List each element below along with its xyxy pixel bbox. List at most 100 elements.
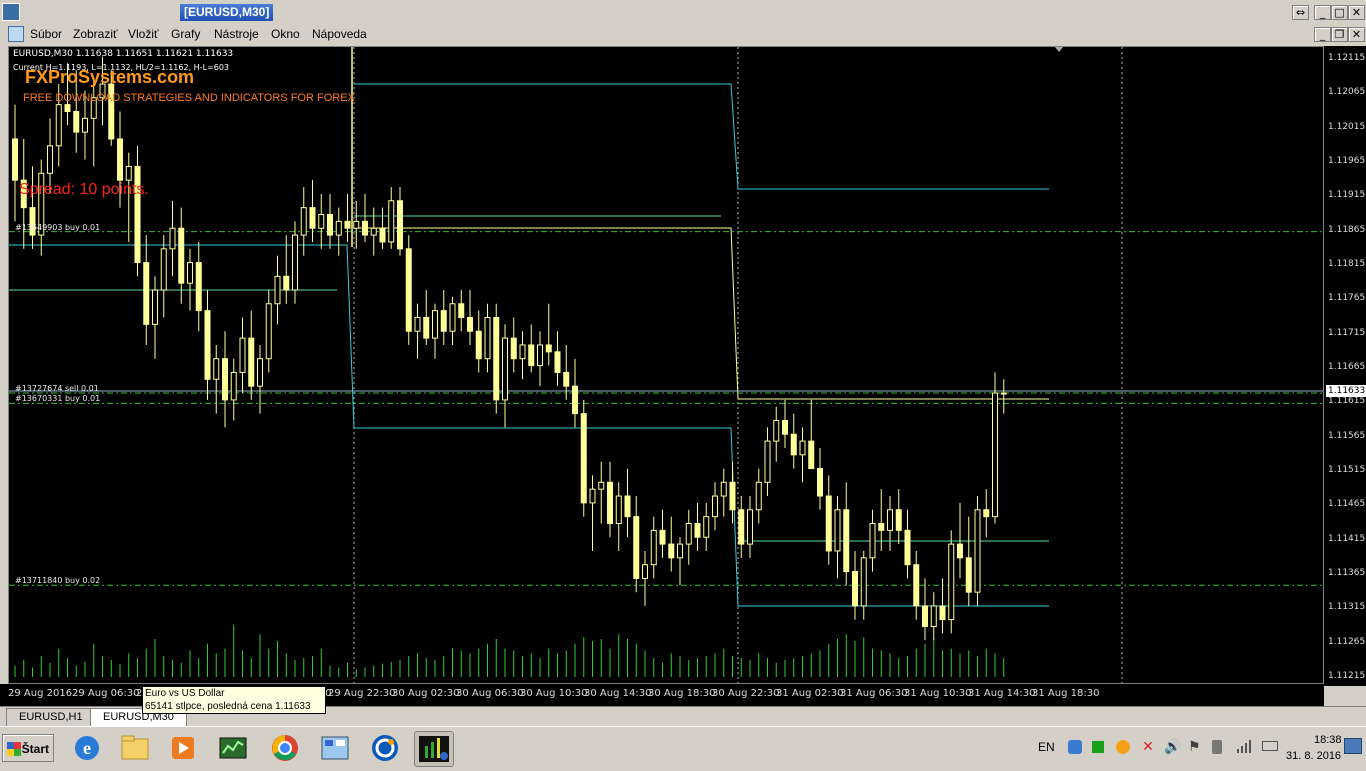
candle-body [589,488,596,504]
candle-body [204,310,211,380]
signal-strength-icon[interactable] [1236,738,1252,754]
green-status-icon[interactable] [1092,741,1104,753]
update-client-icon[interactable] [366,731,404,765]
candle-body [397,200,403,250]
control-panel-icon[interactable] [316,731,354,765]
menu-window[interactable]: Okno [271,26,300,42]
candle-body [729,481,736,511]
price-tick: 1.11665 [1328,362,1366,372]
candle-body [257,358,263,387]
price-tick: 1.11215 [1328,671,1366,681]
time-tick: 31 Aug 14:30 [968,688,1036,699]
candle-body [502,337,508,401]
candle-body [974,509,981,593]
candle-body [624,495,631,518]
network-disconnected-icon[interactable]: ✕ [1140,739,1156,755]
safely-remove-icon[interactable] [1212,740,1222,754]
restore-icon[interactable]: ⇔ [1292,5,1309,20]
title-bar: [EURUSD,M30] ⇔ _ □ ✕ [0,0,1366,25]
order-label[interactable]: #13727674 sell 0.01 [15,384,99,393]
candle-body [405,248,412,332]
price-tick: 1.11765 [1328,293,1366,304]
file-explorer-icon[interactable] [116,731,154,765]
start-button[interactable]: Štart [2,734,54,762]
network-sync-icon[interactable] [1068,740,1082,754]
candle-body [712,495,718,518]
menu-charts[interactable]: Grafy [171,26,200,42]
candle-body [685,523,692,545]
candle-body [852,571,858,607]
candle-body [598,481,605,490]
price-tick: 1.11565 [1328,430,1366,441]
daily-high-line [354,83,1049,190]
price-tick: 1.11315 [1328,602,1366,613]
child-close-button[interactable]: ✕ [1348,27,1365,42]
language-indicator[interactable]: EN [1038,740,1055,754]
chrome-icon[interactable] [266,731,304,765]
candle-body [922,605,928,628]
time-tick: 30 Aug 10:30 [520,688,588,699]
price-tick: 1.11715 [1328,327,1366,338]
child-restore-button[interactable]: ❐ [1331,27,1348,42]
price-tick: 1.12015 [1328,121,1366,132]
metatrader-icon[interactable] [414,731,454,767]
media-player-icon[interactable] [164,731,202,765]
price-tick: 1.11815 [1328,259,1366,269]
maximize-button[interactable]: □ [1331,5,1348,20]
daily-low-line [9,244,1049,607]
spread-label: Spread: 10 points. [19,181,149,198]
time-tick: 30 Aug 18:30 [648,688,716,699]
candle-body [817,468,823,497]
candle-body [248,337,255,387]
shift-marker [1055,47,1063,52]
menu-insert[interactable]: Vložiť [128,26,159,42]
time-tick: 30 Aug 06:30 [456,688,524,699]
candle-body [388,200,395,243]
clock-date[interactable]: 31. 8. 2016 [1286,750,1341,762]
candle-body [187,262,193,284]
symbol-tooltip: Euro vs US Dollar 65141 stlpce, posledná… [142,686,326,714]
candle-body [484,317,491,360]
menu-bar: Súbor Zobraziť Vložiť Grafy Nástroje Okn… [0,24,1366,44]
candle-body [335,220,342,236]
menu-view[interactable]: Zobraziť [73,26,118,42]
start-label: Štart [21,742,49,756]
time-tick: 31 Aug 18:30 [1032,688,1100,699]
time-tick: 29 Aug 2016 [8,688,73,699]
time-tick: 31 Aug 06:30 [840,688,908,699]
order-label[interactable]: #13711840 buy 0.02 [15,576,100,585]
price-tick: 1.11865 [1328,224,1366,235]
orange-tray-icon[interactable] [1116,740,1130,754]
menu-file[interactable]: Súbor [30,26,62,42]
order-label[interactable]: #13670331 buy 0.01 [15,394,100,403]
system-tray: EN ✕ 🔊 ⚑ 18:38 31. 8. 2016 [1030,730,1366,766]
menu-help[interactable]: Nápoveda [312,26,367,42]
order-label[interactable]: #13649903 buy 0.01 [15,223,100,232]
menu-tools[interactable]: Nástroje [214,26,259,42]
candle-body [143,262,150,325]
tooltip-bar-info: 65141 stlpce, posledná cena 1.11633 [145,701,311,712]
show-desktop-icon[interactable] [1344,738,1362,754]
chart-header: EURUSD,M30 1.11638 1.11651 1.11621 1.116… [13,49,234,59]
volume-icon[interactable]: 🔊 [1164,739,1181,755]
candle-body [73,111,80,133]
action-center-flag-icon[interactable]: ⚑ [1188,739,1201,755]
close-button[interactable]: ✕ [1348,5,1365,20]
clock-time[interactable]: 18:38 [1314,734,1342,746]
brand-tagline: FREE DOWNLOAD STRATEGIES AND INDICATORS … [23,92,355,104]
minimize-button[interactable]: _ [1314,5,1331,20]
candle-body [764,440,771,483]
price-axis[interactable]: 1.12115 1.12065 1.12015 1.11965 1.11915 1.118… [1324,46,1366,686]
document-icon[interactable] [8,26,24,42]
stock-terminal-icon[interactable] [214,731,252,765]
battery-icon[interactable] [1262,741,1278,751]
price-chart[interactable]: EURUSD,M30 1.11638 1.11651 1.11621 1.116… [8,46,1324,684]
internet-explorer-icon[interactable]: e [68,731,106,765]
candle-body [274,275,281,305]
child-minimize-button[interactable]: _ [1314,27,1331,42]
candle-body [983,509,990,518]
candle-body [782,420,788,435]
tab-eurusd-h1[interactable]: EURUSD,H1 [6,708,96,727]
candle-body [309,207,316,229]
candle-body [493,317,500,401]
